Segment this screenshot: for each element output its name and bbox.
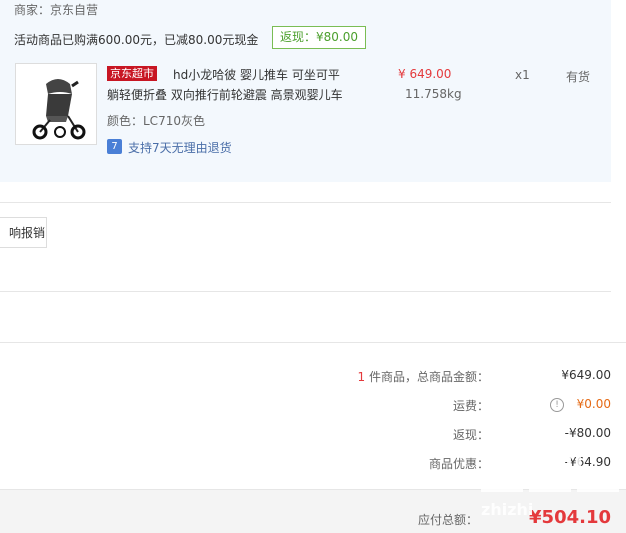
jd-supermarket-tag: 京东超市 [107,66,157,81]
product-quantity: x1 [515,68,530,82]
product-image[interactable] [15,63,97,145]
product-title-line1[interactable]: hd小龙哈彼 婴儿推车 可坐可平 [173,66,340,83]
product-price: ¥ 649.00 [398,67,452,81]
stock-status: 有货 [566,70,591,84]
shop-panel: 商家：京东自营 活动商品已购满600.00元，已减80.00元现金 返现：¥80… [0,0,611,182]
rebate-tag: 返现：¥80.00 [272,26,366,49]
rebate-label: 返现： [452,428,489,442]
promo-text: 活动商品已购满600.00元，已减80.00元现金 [14,33,259,47]
product-title-line2[interactable]: 躺轻便折叠 双向推行前轮避震 高景观婴儿车 [107,86,343,103]
total-label: 应付总额： [417,513,478,527]
total-value: ¥504.10 [529,507,611,528]
items-total-label: 1 件商品，总商品金额： [358,368,489,385]
summary-shipping-row: 运费： ! ¥0.00 [0,397,626,417]
invoice-button[interactable]: 响报销 [0,217,47,248]
return-policy-icon: 7 [107,139,122,154]
divider [0,291,611,292]
product-weight: 11.758kg [405,87,462,101]
total-bar: 应付总额： ¥504.10 [0,489,626,533]
stroller-image [32,79,86,140]
discount-label: 商品优惠： [428,457,489,471]
product-color: 颜色：LC710灰色 [107,114,205,128]
shipping-value: ¥0.00 [576,397,611,411]
items-label-text: 件商品，总商品金额： [365,370,489,384]
divider [0,342,626,343]
rebate-value: -¥80.00 [564,426,611,440]
divider [0,202,611,203]
shipping-label: 运费： [452,399,489,413]
merchant-label: 商家：京东自营 [14,3,99,17]
discount-value: -¥64.90 [564,455,611,469]
summary-rebate-row: 返现： -¥80.00 [0,426,626,446]
summary-items-row: 1 件商品，总商品金额： ¥649.00 [0,368,626,388]
return-policy-link[interactable]: 支持7天无理由退货 [128,139,232,156]
items-total-value: ¥649.00 [561,368,611,382]
summary-discount-row: 商品优惠： -¥64.90 [0,455,626,475]
info-icon[interactable]: ! [550,398,564,412]
